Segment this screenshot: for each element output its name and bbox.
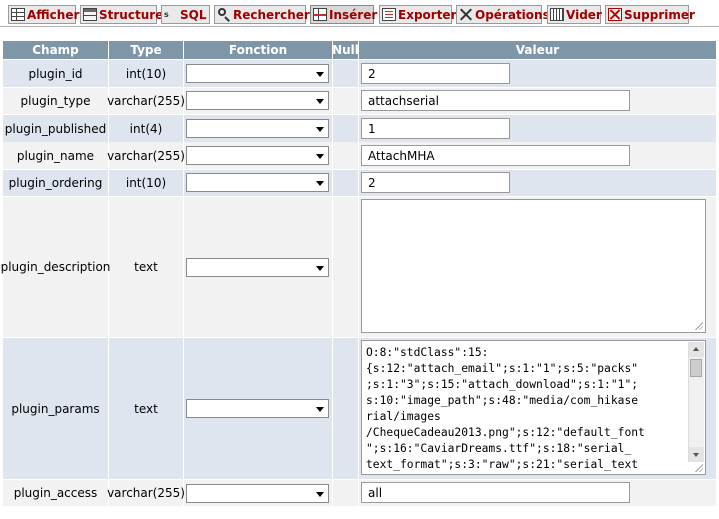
tab-afficher[interactable]: Afficher xyxy=(8,5,80,24)
function-select[interactable] xyxy=(186,64,329,83)
tab-operations[interactable]: Opérations xyxy=(456,5,550,24)
sql-icon: s xyxy=(164,10,169,19)
value-input[interactable]: all xyxy=(361,482,630,503)
search-icon xyxy=(217,8,231,21)
field-name: plugin_description xyxy=(0,260,111,274)
tab-label: SQL xyxy=(180,7,207,22)
browse-icon xyxy=(11,8,25,21)
resize-grip-icon[interactable] xyxy=(695,322,703,330)
function-select[interactable] xyxy=(186,484,329,503)
field-name: plugin_type xyxy=(20,94,91,108)
field-name: plugin_ordering xyxy=(8,176,103,190)
value-input[interactable]: AttachMHA xyxy=(361,145,630,166)
tab-structure[interactable]: Structure xyxy=(80,5,163,24)
tab-label: Insérer xyxy=(329,7,378,22)
column-divider xyxy=(183,60,184,506)
empty-icon xyxy=(550,8,564,21)
tab-label: Opérations xyxy=(475,7,550,22)
tab-label: Structure xyxy=(99,7,164,22)
field-type: varchar(255) xyxy=(107,148,185,163)
tab-bar: Afficher Structure s SQL Rechercher Insé… xyxy=(0,0,719,30)
function-select[interactable] xyxy=(186,173,329,192)
chevron-down-icon xyxy=(316,127,324,132)
tab-label: Supprimer xyxy=(624,7,695,22)
value-input[interactable]: 2 xyxy=(361,172,510,193)
chevron-down-icon xyxy=(316,99,324,104)
chevron-down-icon xyxy=(316,266,324,271)
field-name: plugin_name xyxy=(16,148,95,163)
function-select[interactable] xyxy=(186,399,329,418)
value-input[interactable]: 1 xyxy=(361,118,510,139)
tab-inserer[interactable]: Insérer xyxy=(310,5,378,24)
column-header-fonction: Fonction xyxy=(184,41,332,59)
field-type: int(10) xyxy=(125,66,167,81)
field-type: text xyxy=(134,260,158,274)
delete-icon xyxy=(608,8,622,21)
value-textarea[interactable]: O:8:"stdClass":15: {s:12:"attach_email";… xyxy=(361,340,706,475)
field-type: varchar(255) xyxy=(107,486,185,500)
tab-sql[interactable]: s SQL xyxy=(161,5,210,24)
textarea-content: O:8:"stdClass":15: {s:12:"attach_email";… xyxy=(366,346,645,471)
structure-icon xyxy=(83,8,97,21)
chevron-down-icon xyxy=(316,72,324,77)
column-divider xyxy=(332,60,333,506)
field-type: text xyxy=(134,401,158,416)
tab-label: Exporter xyxy=(398,7,457,22)
function-select[interactable] xyxy=(186,91,329,110)
textarea-scrollbar[interactable] xyxy=(688,342,704,462)
tab-supprimer[interactable]: Supprimer xyxy=(605,5,695,24)
function-select[interactable] xyxy=(186,119,329,138)
tab-rechercher[interactable]: Rechercher xyxy=(214,5,310,24)
operations-icon xyxy=(459,8,473,21)
function-select[interactable] xyxy=(186,258,329,277)
field-type: int(4) xyxy=(129,121,163,136)
field-name: plugin_published xyxy=(4,121,107,136)
tab-label: Afficher xyxy=(27,7,80,22)
scrollbar-thumb[interactable] xyxy=(690,359,702,377)
chevron-down-icon xyxy=(316,492,324,497)
chevron-down-icon xyxy=(316,181,324,186)
column-divider xyxy=(358,60,359,506)
export-icon xyxy=(382,8,396,21)
value-input[interactable]: 2 xyxy=(361,63,510,84)
value-input[interactable]: attachserial xyxy=(361,90,630,111)
field-type: varchar(255) xyxy=(107,94,185,108)
field-name: plugin_params xyxy=(11,401,100,416)
tab-vider[interactable]: Vider xyxy=(547,5,602,24)
field-type: int(10) xyxy=(125,176,167,190)
scroll-up-icon[interactable] xyxy=(689,342,704,357)
chevron-down-icon xyxy=(316,407,324,412)
column-header-type: Type xyxy=(109,41,183,59)
tab-bar-divider xyxy=(0,26,719,27)
tab-exporter[interactable]: Exporter xyxy=(379,5,456,24)
column-header-valeur: Valeur xyxy=(359,41,716,59)
column-header-champ: Champ xyxy=(3,41,108,59)
chevron-down-icon xyxy=(316,154,324,159)
scroll-down-icon[interactable] xyxy=(689,447,704,462)
field-name: plugin_access xyxy=(13,486,98,500)
value-textarea[interactable] xyxy=(361,199,706,333)
insert-icon xyxy=(313,8,327,21)
tab-label: Vider xyxy=(566,7,602,22)
field-name: plugin_id xyxy=(28,66,83,81)
function-select[interactable] xyxy=(186,146,329,165)
tab-label: Rechercher xyxy=(233,7,310,22)
column-header-null: Null xyxy=(332,41,359,59)
resize-grip-icon[interactable] xyxy=(695,464,703,472)
